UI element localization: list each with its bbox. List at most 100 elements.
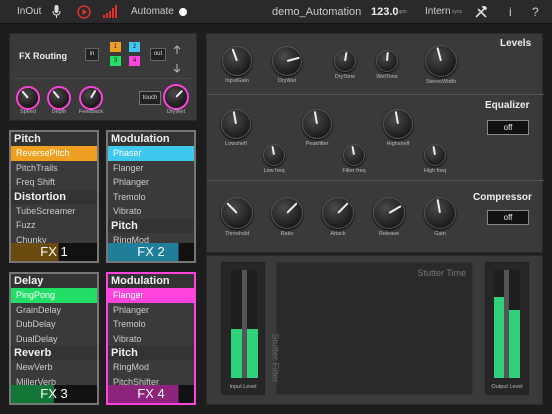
release-knob-pointer (388, 205, 402, 214)
stutter-filter-label: Stutter Filter (270, 333, 281, 383)
feedback-knob[interactable] (81, 88, 101, 108)
fx-item[interactable]: Tremolo (108, 317, 194, 332)
low-freq-knob-pointer (271, 145, 275, 156)
lowshelf-knob-label: Lowshelf (225, 141, 247, 147)
sync-source[interactable]: Intern (425, 0, 451, 24)
fx3-slot-footer[interactable]: FX 3 (11, 385, 97, 403)
attack-knob-pointer (337, 202, 349, 214)
fx-group-header: Pitch (11, 132, 97, 146)
fx4-slot-footer[interactable]: FX 4 (108, 385, 194, 403)
fx2-slot-footer[interactable]: FX 2 (108, 243, 194, 261)
fx1-selector: Pitch ReversePitch PitchTrails Freq Shift Di… (9, 130, 99, 263)
input-meter-bar-right (247, 329, 258, 378)
fx-item[interactable]: DubDelay (11, 317, 97, 332)
peakfilter-knob[interactable] (302, 109, 332, 139)
fx-item[interactable]: Phlanger (108, 303, 194, 318)
fx3-selector: Delay PingPong GrainDelay DubDelay DualDelay… (9, 272, 99, 405)
highshelf-knob[interactable] (383, 109, 413, 139)
tools-icon[interactable] (475, 6, 487, 18)
automate-toggle[interactable] (179, 8, 187, 16)
level-drywet-knob[interactable] (272, 46, 302, 76)
stutter-xy-pad[interactable]: Stutter Time Stutter Filter (271, 262, 473, 395)
depth-knob-pointer (52, 90, 60, 99)
release-knob[interactable] (373, 197, 405, 229)
fx-item[interactable]: Freq Shift (11, 175, 97, 190)
routing-out-button[interactable]: out (150, 48, 166, 61)
fx-group-header: Pitch (108, 218, 194, 233)
fx-item[interactable]: Phlanger (108, 175, 194, 190)
fx-item-selected[interactable]: ReversePitch (11, 146, 97, 161)
fx-item[interactable]: TubeScreamer (11, 204, 97, 219)
touch-button[interactable]: touch (139, 91, 161, 105)
output-meter: Output Level (485, 262, 529, 395)
input-meter-bar-left (231, 329, 242, 378)
routing-drywet-knob[interactable] (165, 86, 187, 108)
help-button[interactable]: ? (532, 0, 539, 24)
equalizer-title: Equalizer (485, 100, 530, 111)
fx-item[interactable]: Vibrato (108, 332, 194, 347)
fx-item-selected[interactable]: PingPong (11, 288, 97, 303)
lowshelf-knob[interactable] (221, 109, 251, 139)
peakfilter-knob-label: Peakfilter (305, 141, 329, 147)
threshold-knob[interactable] (221, 197, 253, 229)
fx-item[interactable]: PitchTrails (11, 161, 97, 176)
fx-item[interactable]: RingMod (108, 360, 194, 375)
microphone-icon[interactable] (52, 5, 61, 19)
input-meter: Input Level (221, 262, 265, 395)
compressor-toggle-button[interactable]: off (487, 210, 529, 225)
wettone-knob[interactable] (376, 50, 398, 72)
ratio-knob-pointer (286, 202, 298, 214)
record-icon[interactable] (77, 5, 91, 19)
top-bar: InOut Automate demo_Automation 123.0 bpm… (0, 0, 552, 24)
routing-in-button[interactable]: in (85, 48, 99, 61)
equalizer-divider (207, 180, 544, 181)
stereowidth-knob[interactable] (425, 45, 457, 77)
feedback-knob-pointer (90, 90, 97, 99)
routing-divider (15, 78, 191, 79)
inputgain-knob-pointer (231, 48, 238, 62)
signal-bars-icon[interactable] (103, 5, 117, 19)
project-name[interactable]: demo_Automation (272, 0, 361, 24)
arrow-up-icon[interactable] (173, 41, 181, 59)
feedback-knob-label: Feedback (78, 109, 104, 115)
fx-item[interactable]: NewVerb (11, 360, 97, 375)
fx-item-selected[interactable]: Flanger (108, 288, 194, 303)
low-freq-knob-label: Low freq (263, 168, 285, 174)
fx-group-header: Modulation (108, 132, 194, 146)
gain-knob[interactable] (424, 197, 456, 229)
attack-knob[interactable] (322, 197, 354, 229)
routing-slot-3[interactable]: 3 (110, 56, 121, 66)
high-freq-knob[interactable] (424, 144, 446, 166)
ratio-knob[interactable] (271, 197, 303, 229)
fx-item[interactable]: DualDelay (11, 332, 97, 347)
routing-slot-1[interactable]: 1 (110, 42, 121, 52)
highshelf-knob-label: Highshelf (386, 141, 410, 147)
drytone-knob[interactable] (334, 50, 356, 72)
fx-item-selected[interactable]: Phaser (108, 146, 194, 161)
fx-item[interactable]: Vibrato (108, 204, 194, 219)
bpm-value[interactable]: 123.0 (371, 0, 399, 24)
fx-item[interactable]: Tremolo (108, 190, 194, 205)
filter-freq-knob[interactable] (343, 144, 365, 166)
routing-slot-2[interactable]: 2 (129, 42, 140, 52)
info-button[interactable]: i (509, 0, 512, 24)
fx-item[interactable]: GrainDelay (11, 303, 97, 318)
fx-item[interactable]: Fuzz (11, 218, 97, 233)
high-freq-knob-label: High freq (423, 168, 447, 174)
depth-knob[interactable] (49, 88, 69, 108)
arrow-down-icon[interactable] (173, 60, 181, 78)
low-freq-knob[interactable] (263, 144, 285, 166)
routing-slot-4[interactable]: 4 (129, 56, 140, 66)
inout-button[interactable]: InOut (17, 0, 41, 24)
gain-knob-label: Gain (434, 231, 446, 237)
fx-item[interactable]: Flanger (108, 161, 194, 176)
highshelf-knob-pointer (394, 111, 399, 125)
fx1-slot-footer[interactable]: FX 1 (11, 243, 97, 261)
high-freq-knob-pointer (432, 145, 436, 156)
speed-knob-pointer (21, 90, 29, 99)
inputgain-knob[interactable] (222, 46, 252, 76)
speed-knob[interactable] (18, 88, 38, 108)
wettone-knob-pointer (386, 51, 389, 62)
equalizer-toggle-button[interactable]: off (487, 120, 529, 135)
levels-title: Levels (500, 38, 532, 49)
